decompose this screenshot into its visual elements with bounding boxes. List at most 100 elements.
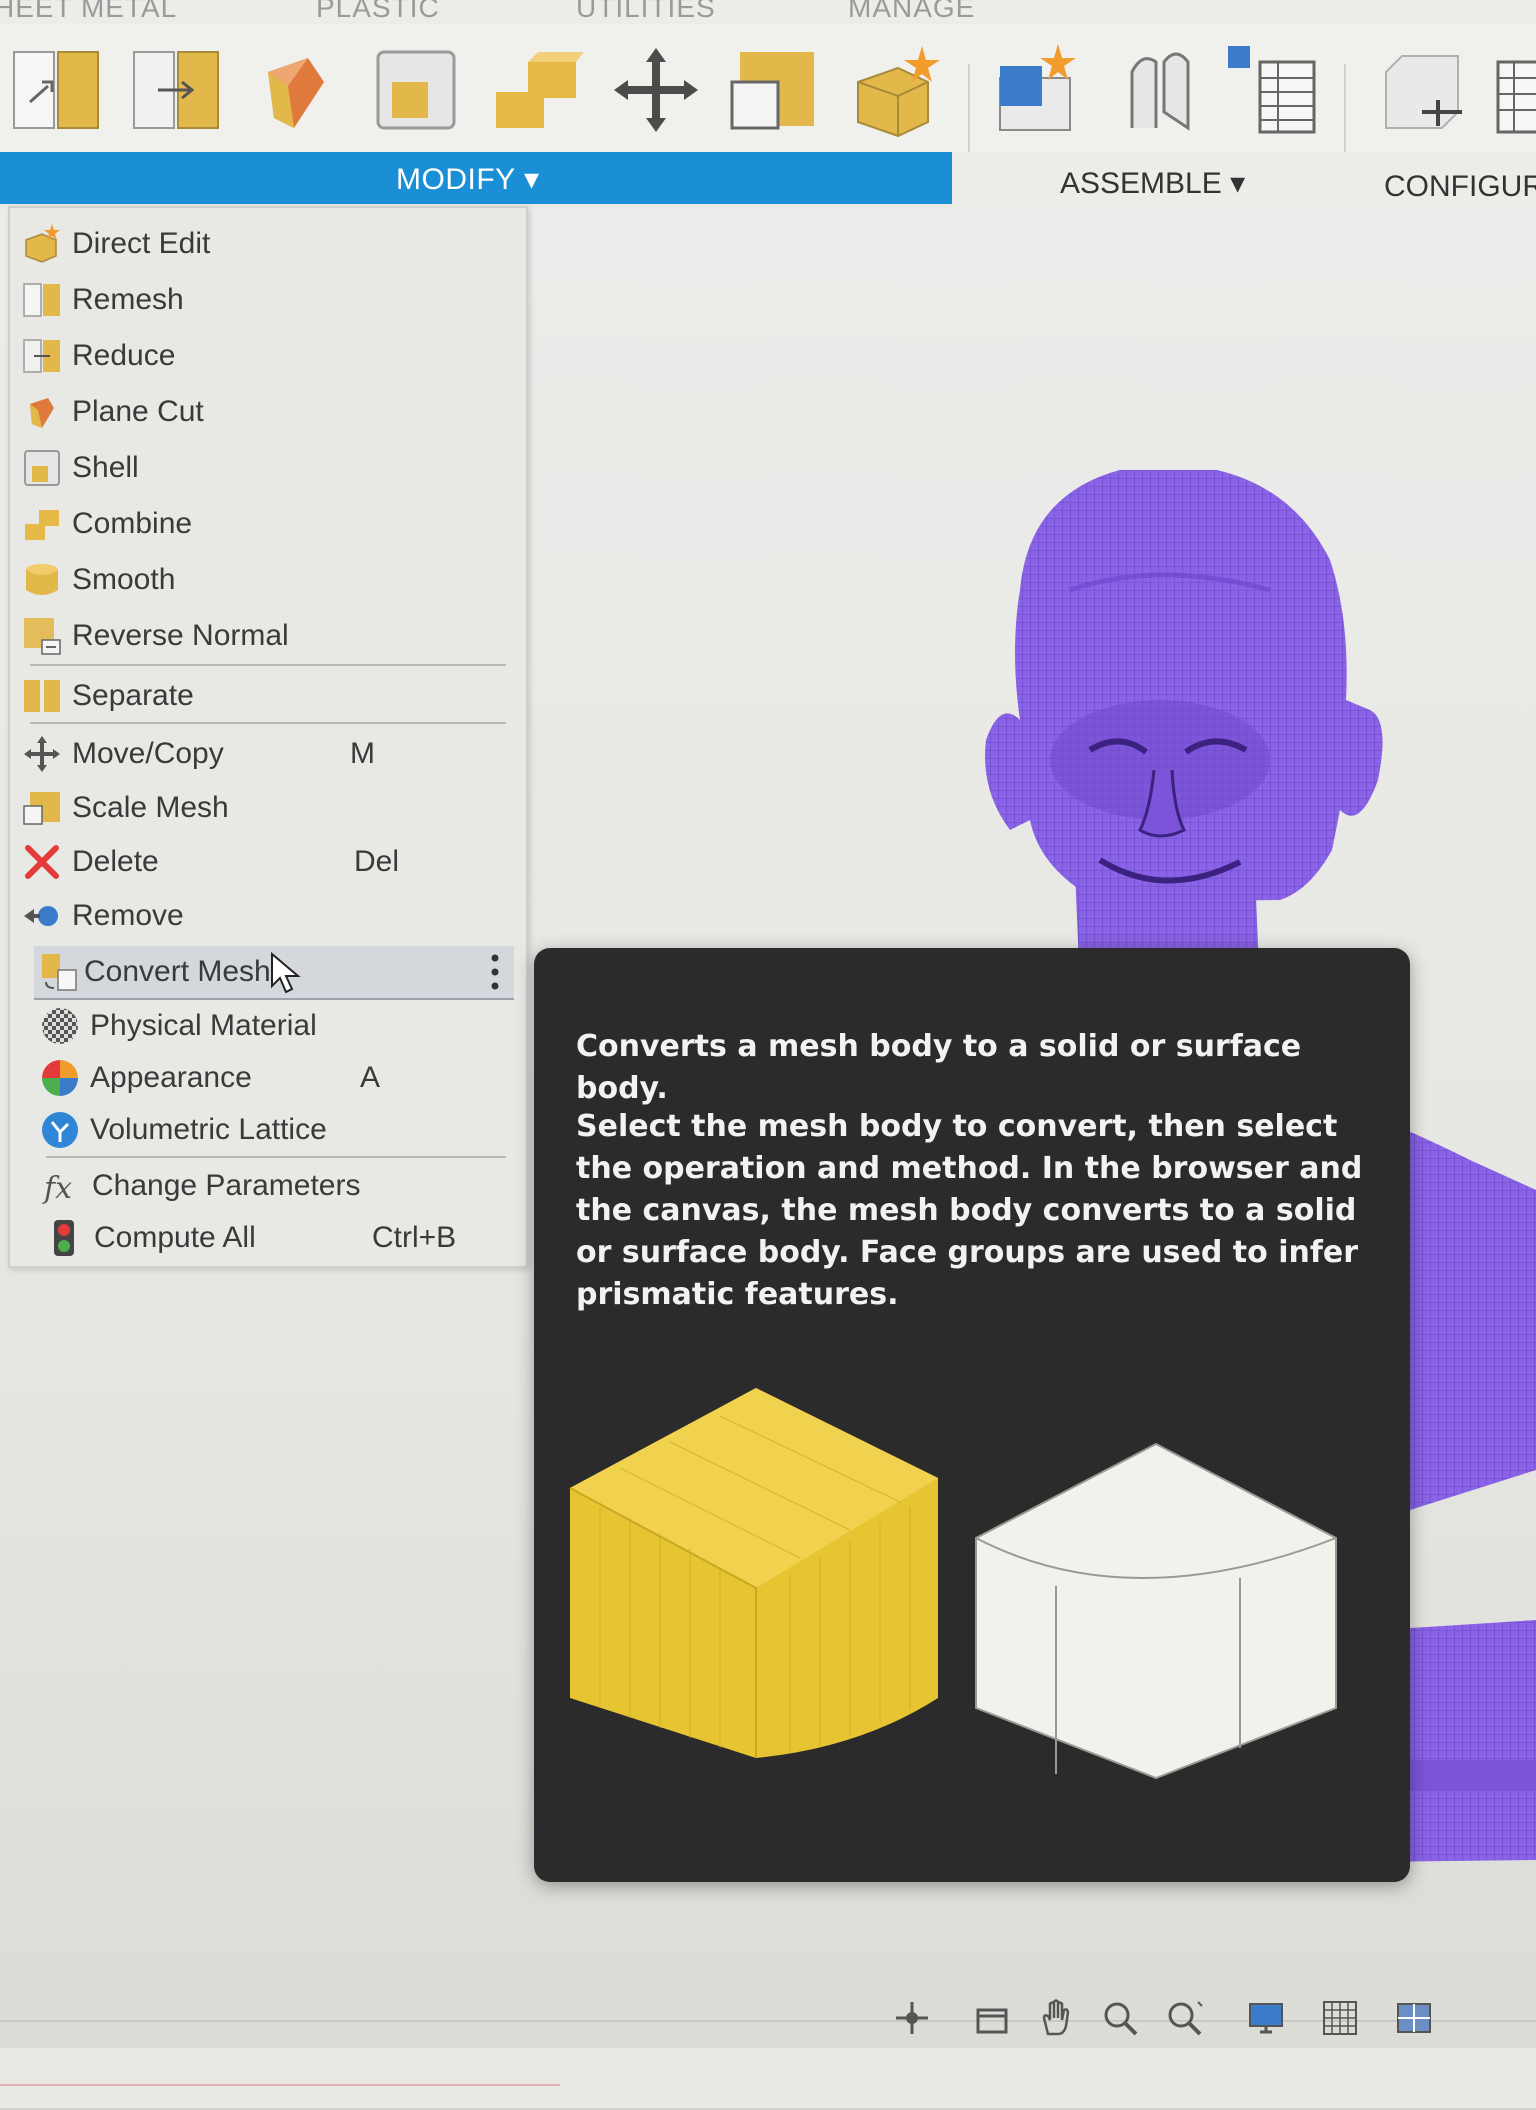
menu-item-label: Change Parameters — [92, 1169, 361, 1202]
combine-tool-icon[interactable] — [488, 42, 584, 138]
menu-item-label: Reverse Normal — [72, 619, 289, 652]
pan-icon[interactable] — [1036, 1998, 1076, 2038]
menu-item-compute-all[interactable]: Compute All Ctrl+B — [38, 1212, 538, 1264]
ribbon-toolbar — [0, 24, 1536, 172]
plane-cut-icon — [22, 392, 62, 432]
tooltip-description: Select the mesh body to convert, then se… — [576, 1109, 1363, 1312]
direct-edit-icon — [22, 224, 62, 264]
menu-item-label: Reduce — [72, 339, 176, 372]
menu-item-label: Appearance — [90, 1061, 252, 1094]
display-settings-icon[interactable] — [1246, 1998, 1286, 2038]
bill-of-materials-tool-icon[interactable] — [1224, 42, 1320, 138]
new-component-tool-icon[interactable] — [992, 42, 1088, 138]
menu-item-shell[interactable]: Shell — [16, 442, 516, 494]
separate-icon — [22, 676, 62, 716]
menu-item-separate[interactable]: Separate — [16, 670, 516, 722]
remove-icon — [22, 896, 62, 936]
menu-item-label: Convert Mesh — [84, 955, 271, 988]
tab-sheet-metal[interactable]: HEET METAL — [0, 0, 177, 24]
menu-item-label: Compute All — [94, 1221, 256, 1254]
menu-separator — [46, 1156, 506, 1158]
menu-item-reverse-normal[interactable]: Reverse Normal — [16, 610, 516, 662]
menu-item-smooth[interactable]: Smooth — [16, 554, 516, 606]
volumetric-lattice-icon — [40, 1110, 80, 1150]
menu-item-label: Smooth — [72, 563, 176, 596]
convert-mesh-icon — [40, 952, 80, 992]
viewports-icon[interactable] — [1394, 1998, 1434, 2038]
appearance-icon — [40, 1058, 80, 1098]
more-options-icon[interactable] — [490, 952, 500, 992]
configure-dropdown-label[interactable]: CONFIGUR — [1384, 170, 1536, 204]
direct-edit-tool-icon[interactable] — [848, 42, 944, 138]
menu-item-label: Volumetric Lattice — [90, 1113, 327, 1146]
grid-icon[interactable] — [1320, 1998, 1360, 2038]
menu-item-remove[interactable]: Remove — [16, 890, 516, 942]
tab-manage[interactable]: MANAGE — [848, 0, 975, 24]
configure-table-icon[interactable] — [1494, 42, 1536, 138]
menu-item-combine[interactable]: Combine — [16, 498, 516, 550]
assemble-dropdown-label[interactable]: ASSEMBLE ▾ — [1060, 166, 1245, 201]
menu-item-reduce[interactable]: Reduce — [16, 330, 516, 382]
scale-mesh-icon — [22, 788, 62, 828]
menu-item-convert-mesh[interactable]: Convert Mesh — [34, 946, 514, 1000]
orbit-icon[interactable] — [892, 1998, 932, 2038]
tooltip-summary: Converts a mesh body to a solid or surfa… — [576, 1029, 1302, 1106]
menu-item-label: Combine — [72, 507, 193, 540]
menu-item-shortcut: M — [350, 737, 375, 770]
tab-plastic[interactable]: PLASTIC — [316, 0, 440, 24]
menu-item-shortcut: Del — [354, 845, 400, 878]
delete-icon — [22, 842, 62, 882]
svg-text:fx: fx — [42, 1171, 72, 1206]
menu-separator — [30, 722, 506, 724]
menu-item-physical-material[interactable]: Physical Material — [34, 1000, 534, 1052]
remesh-tool-icon[interactable] — [8, 42, 104, 138]
menu-item-plane-cut[interactable]: Plane Cut — [16, 386, 516, 438]
menu-item-move-copy[interactable]: Move/Copy M — [16, 728, 516, 780]
look-at-icon[interactable] — [972, 1998, 1012, 2038]
menu-separator — [30, 664, 506, 666]
shell-icon — [22, 448, 62, 488]
shell-tool-icon[interactable] — [368, 42, 464, 138]
configure-tool-icon[interactable] — [1378, 42, 1474, 138]
menu-item-shortcut: A — [360, 1061, 381, 1094]
menu-item-remesh[interactable]: Remesh — [16, 274, 516, 326]
convert-mesh-tooltip: Converts a mesh body to a solid or surfa… — [534, 948, 1410, 1882]
combine-icon — [22, 504, 62, 544]
x-axis-line — [0, 2084, 560, 2086]
tab-utilities[interactable]: UTILITIES — [576, 0, 716, 24]
smooth-icon — [22, 560, 62, 600]
menu-item-label: Remove — [72, 899, 184, 932]
compute-all-icon — [44, 1218, 84, 1258]
remesh-icon — [22, 280, 62, 320]
menu-item-volumetric-lattice[interactable]: Volumetric Lattice — [34, 1104, 534, 1156]
modify-group-bar[interactable]: MODIFY ▾ — [0, 152, 952, 204]
zoom-icon[interactable] — [1100, 1998, 1140, 2038]
reduce-tool-icon[interactable] — [128, 42, 224, 138]
physical-material-icon — [40, 1006, 80, 1046]
scale-mesh-tool-icon[interactable] — [728, 42, 824, 138]
joint-tool-icon[interactable] — [1112, 42, 1208, 138]
menu-item-label: Delete — [72, 845, 159, 878]
menu-item-direct-edit[interactable]: Direct Edit — [16, 218, 516, 270]
move-copy-icon — [22, 734, 62, 774]
menu-item-label: Physical Material — [90, 1009, 317, 1042]
mesh-body-illustration — [569, 1388, 938, 1758]
zoom-window-icon[interactable] — [1164, 1998, 1204, 2038]
fx-icon: fx — [42, 1166, 82, 1206]
solid-body-illustration — [975, 1442, 1337, 1780]
modify-dropdown-label[interactable]: MODIFY ▾ — [396, 162, 540, 197]
modify-menu: Direct Edit Remesh Reduce Plane Cut Shel… — [8, 206, 528, 1268]
menu-item-delete[interactable]: Delete Del — [16, 836, 516, 888]
menu-item-change-parameters[interactable]: fx Change Parameters — [36, 1160, 536, 1212]
menu-item-appearance[interactable]: Appearance A — [34, 1052, 534, 1104]
reverse-normal-icon — [22, 616, 62, 656]
menu-item-label: Direct Edit — [72, 227, 211, 260]
move-copy-tool-icon[interactable] — [608, 42, 704, 138]
navigation-bar — [880, 1996, 1480, 2040]
menu-item-label: Remesh — [72, 283, 184, 316]
menu-item-label: Shell — [72, 451, 139, 484]
menu-item-scale-mesh[interactable]: Scale Mesh — [16, 782, 516, 834]
menu-item-label: Separate — [72, 679, 194, 712]
plane-cut-tool-icon[interactable] — [248, 42, 344, 138]
menu-item-label: Plane Cut — [72, 395, 204, 428]
